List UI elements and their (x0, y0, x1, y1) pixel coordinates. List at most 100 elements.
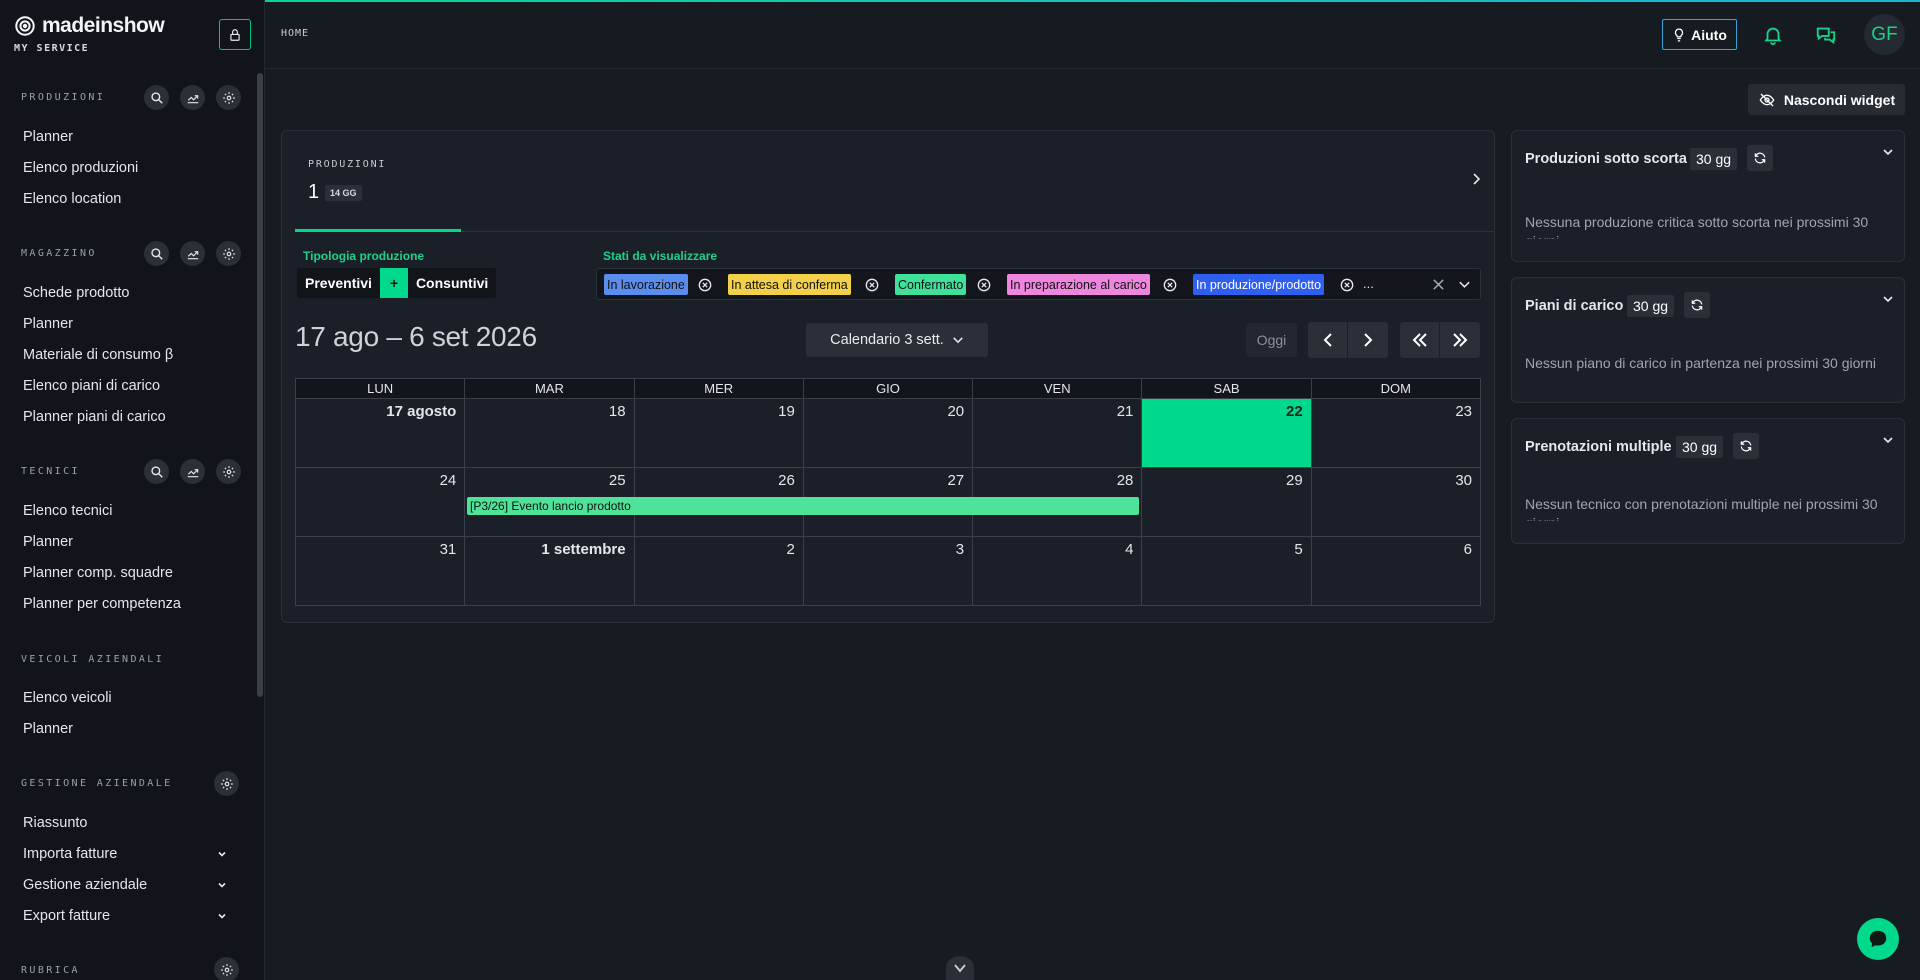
calendar-day-cell[interactable]: 18 (464, 398, 635, 468)
chevron-down-icon[interactable] (1882, 434, 1894, 446)
calendar-day-cell[interactable]: 31 (294, 536, 466, 606)
help-label: Aiuto (1691, 26, 1727, 43)
chevron-down-icon[interactable] (217, 911, 227, 921)
stati-multiselect[interactable]: In lavorazione In attesa di conferma Con… (596, 268, 1481, 300)
chat-bubbles-icon[interactable] (1815, 24, 1837, 46)
refresh-button[interactable] (1684, 292, 1710, 318)
chevron-down-icon (952, 337, 963, 344)
previous-button[interactable] (1308, 322, 1348, 358)
avatar[interactable]: GF (1864, 14, 1905, 55)
calendar-day-cell[interactable]: 30 (1310, 467, 1482, 537)
sidebar-item-elenco-tecnici[interactable]: Elenco tecnici (23, 503, 112, 519)
sidebar-item-materiale-consumo[interactable]: Materiale di consumo β (23, 347, 173, 363)
gear-icon[interactable] (216, 85, 241, 110)
sidebar-item-planner-comp-squadre[interactable]: Planner comp. squadre (23, 565, 173, 581)
sidebar-item-export-fatture[interactable]: Export fatture (23, 908, 110, 924)
gear-icon[interactable] (216, 241, 241, 266)
expand-bottom-button[interactable] (946, 956, 974, 980)
sidebar-item-planner-competenza[interactable]: Planner per competenza (23, 596, 181, 612)
status-chip-attesa-conferma: In attesa di conferma (728, 274, 851, 295)
refresh-button[interactable] (1733, 433, 1759, 459)
calendar-day-cell[interactable]: 17 agosto (294, 398, 466, 468)
clear-icon[interactable] (1432, 278, 1445, 291)
calendar-day-cell[interactable]: 21 (972, 398, 1143, 468)
sidebar-item-elenco-veicoli[interactable]: Elenco veicoli (23, 690, 112, 706)
sidebar-item-planner-veicoli[interactable]: Planner (23, 721, 73, 737)
chevron-down-icon[interactable] (217, 880, 227, 890)
sidebar-item-planner-magazzino[interactable]: Planner (23, 316, 73, 332)
status-chip-in-lavorazione: In lavorazione (604, 274, 688, 295)
widget-empty-text: Nessuna produzione critica sotto scorta … (1525, 214, 1869, 239)
remove-chip-icon[interactable] (1163, 278, 1177, 292)
calendar-day-cell[interactable]: 23 (1310, 398, 1482, 468)
calendar-day-cell-today[interactable]: 22 (1141, 398, 1312, 468)
sidebar-item-schede-prodotto[interactable]: Schede prodotto (23, 285, 129, 301)
tipologia-toggle: Preventivi + Consuntivi (297, 268, 497, 298)
calendar-day-cell[interactable]: 29 (1141, 467, 1312, 537)
sidebar-item-riassunto[interactable]: Riassunto (23, 815, 87, 831)
fast-back-button[interactable] (1400, 322, 1440, 358)
chevron-down-icon[interactable] (1882, 293, 1894, 305)
gear-icon[interactable] (214, 771, 239, 796)
weekday-header: MAR (464, 378, 635, 399)
today-button[interactable]: Oggi (1246, 323, 1297, 357)
chat-fab-button[interactable] (1857, 918, 1899, 960)
tab-active-indicator[interactable] (295, 229, 461, 232)
hide-widget-button[interactable]: Nascondi widget (1748, 84, 1905, 115)
search-icon[interactable] (144, 241, 169, 266)
gear-icon[interactable] (216, 459, 241, 484)
sidebar-item-elenco-piani-carico[interactable]: Elenco piani di carico (23, 378, 160, 394)
chevron-down-icon[interactable] (1882, 146, 1894, 158)
lock-sidebar-button[interactable] (219, 19, 251, 50)
sidebar-scrollbar[interactable] (257, 73, 263, 697)
preventivi-option[interactable]: Preventivi (297, 268, 380, 298)
calendar-day-cell[interactable]: 19 (633, 398, 804, 468)
chart-icon[interactable] (180, 459, 205, 484)
calendar-day-cell[interactable]: 6 (1310, 536, 1482, 606)
remove-chip-icon[interactable] (977, 278, 991, 292)
sidebar-item-planner-produzioni[interactable]: Planner (23, 129, 73, 145)
widget-title: Prenotazioni multiple (1525, 439, 1672, 455)
calendar-day-cell[interactable]: 3 (802, 536, 974, 606)
calendar-view-select[interactable]: Calendario 3 sett. (806, 323, 988, 357)
sidebar-item-gestione-aziendale[interactable]: Gestione aziendale (23, 877, 147, 893)
calendar-day-cell[interactable]: 24 (294, 467, 466, 537)
widget-period-badge: 30 gg (1627, 295, 1675, 317)
chevron-down-icon[interactable] (1458, 278, 1471, 291)
calendar-day-cell[interactable]: 4 (972, 536, 1143, 606)
sidebar-item-planner-piani-carico[interactable]: Planner piani di carico (23, 409, 166, 425)
remove-chip-icon[interactable] (1340, 278, 1354, 292)
search-icon[interactable] (144, 459, 169, 484)
breadcrumb[interactable]: HOME (281, 28, 309, 39)
sidebar-item-importa-fatture[interactable]: Importa fatture (23, 846, 117, 862)
remove-chip-icon[interactable] (698, 278, 712, 292)
tab-divider (295, 231, 1495, 232)
help-button[interactable]: Aiuto (1662, 19, 1737, 50)
chart-icon[interactable] (180, 241, 205, 266)
gear-icon[interactable] (214, 957, 239, 980)
calendar-day-cell[interactable]: 1 settembre (464, 536, 635, 606)
sidebar-item-planner-tecnici[interactable]: Planner (23, 534, 73, 550)
chevron-down-icon[interactable] (217, 849, 227, 859)
brand-logo[interactable]: madeinshow (14, 14, 165, 38)
bell-icon[interactable] (1762, 24, 1784, 46)
refresh-button[interactable] (1747, 145, 1773, 171)
weekday-header: DOM (1310, 378, 1482, 399)
calendar-day-cell[interactable]: 20 (802, 398, 974, 468)
more-stati-indicator: ... (1363, 276, 1374, 291)
chart-icon[interactable] (180, 85, 205, 110)
calendar-day-cell[interactable]: 2 (633, 536, 804, 606)
search-icon[interactable] (144, 85, 169, 110)
sidebar-item-elenco-produzioni[interactable]: Elenco produzioni (23, 160, 138, 176)
sidebar-item-elenco-location[interactable]: Elenco location (23, 191, 121, 207)
remove-chip-icon[interactable] (865, 278, 879, 292)
section-title-produzioni: PRODUZIONI (21, 92, 106, 103)
chevron-right-icon[interactable] (1469, 172, 1483, 186)
fast-forward-button[interactable] (1440, 322, 1480, 358)
calendar-day-cell[interactable]: 5 (1141, 536, 1312, 606)
calendar-event[interactable]: [P3/26] Evento lancio prodotto (467, 497, 1139, 515)
consuntivi-option[interactable]: Consuntivi (408, 268, 496, 298)
next-button[interactable] (1348, 322, 1388, 358)
productions-label: PRODUZIONI (308, 159, 387, 170)
plus-toggle[interactable]: + (379, 268, 408, 298)
